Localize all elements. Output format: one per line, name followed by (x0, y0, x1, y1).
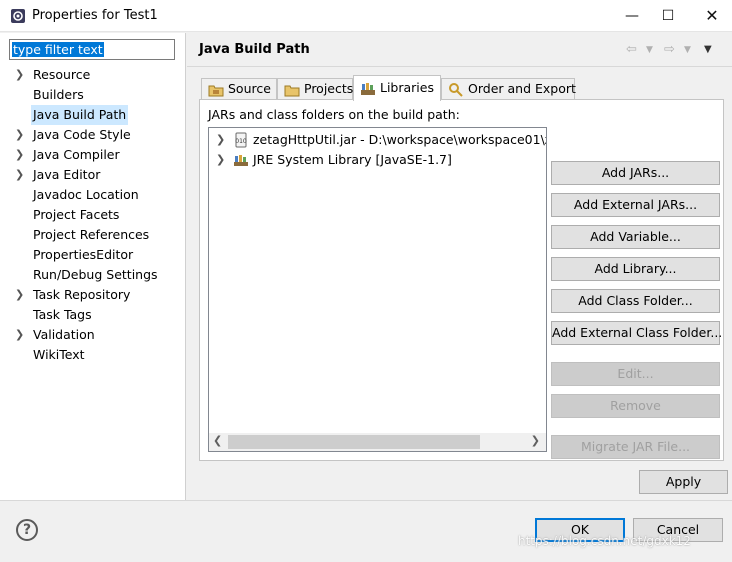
tree-item[interactable]: Javadoc Location (0, 185, 186, 205)
list-item[interactable]: ❯ 010 zetagHttpUtil.jar - D:\workspace\w… (209, 130, 546, 150)
tree-item-label: Resource (33, 67, 91, 82)
tree-item[interactable]: Java Build Path (0, 105, 186, 125)
edit-button[interactable]: Edit... (551, 362, 720, 386)
scroll-left-icon[interactable]: ❮ (213, 434, 222, 447)
tree-item-label: Task Tags (33, 307, 92, 322)
header-separator (187, 66, 732, 67)
back-dropdown-icon[interactable]: ▼ (646, 45, 653, 55)
tab-order-and-export[interactable]: Order and Export (441, 78, 576, 100)
jar-file-icon: 010 (235, 132, 247, 148)
tree-item-label: WikiText (33, 347, 85, 362)
tree-item-label: Validation (33, 327, 95, 342)
property-page: Java Build Path ⇦ ▼ ⇨ ▼ ▼ Source Project… (187, 33, 732, 500)
expand-arrow-icon[interactable]: ❯ (15, 125, 25, 145)
tree-item[interactable]: ❯ Java Code Style (0, 125, 186, 145)
add-variable-button[interactable]: Add Variable... (551, 225, 720, 249)
tab-libraries-label: Libraries (380, 80, 434, 95)
expand-arrow-icon[interactable]: ❯ (15, 145, 25, 165)
property-page-navigator: type filter text ❯ Resource Builders Java B… (0, 33, 186, 500)
tree-item-label: Java Compiler (33, 147, 120, 162)
view-menu-icon[interactable]: ▼ (704, 44, 712, 55)
tree-item[interactable]: ❯ Validation (0, 325, 186, 345)
tree-item[interactable]: Project Facets (0, 205, 186, 225)
expand-arrow-icon[interactable]: ❯ (15, 325, 25, 345)
expand-arrow-icon[interactable]: ❯ (216, 130, 225, 150)
build-path-entries-list[interactable]: ❯ 010 zetagHttpUtil.jar - D:\workspace\w… (208, 127, 547, 452)
remove-button[interactable]: Remove (551, 394, 720, 418)
expand-arrow-icon[interactable]: ❯ (216, 150, 225, 170)
tab-source-label: Source (228, 81, 271, 96)
filter-input[interactable]: type filter text (9, 39, 175, 60)
tree-item-label: Java Code Style (33, 127, 131, 142)
title-bar: Properties for Test1 — ☐ ✕ (0, 0, 732, 32)
libraries-icon (361, 83, 375, 95)
tree-item[interactable]: Task Tags (0, 305, 186, 325)
tree-item[interactable]: ❯ Resource (0, 65, 186, 85)
close-icon[interactable]: ✕ (692, 0, 732, 32)
footer-separator (0, 500, 732, 501)
add-jars-button[interactable]: Add JARs... (551, 161, 720, 185)
forward-arrow-icon[interactable]: ⇨ (664, 42, 675, 57)
tab-order-and-export-label: Order and Export (468, 81, 576, 96)
tree-item-label: PropertiesEditor (33, 247, 134, 262)
jre-library-icon (234, 155, 248, 166)
add-external-class-folder-button[interactable]: Add External Class Folder... (551, 321, 722, 345)
tree-item[interactable]: Project References (0, 225, 186, 245)
help-icon[interactable]: ? (16, 519, 38, 541)
filter-input-text: type filter text (12, 42, 104, 57)
window-title: Properties for Test1 (32, 8, 158, 23)
page-title: Java Build Path (199, 42, 310, 57)
tree-item-label: Task Repository (33, 287, 131, 302)
tree-item-label: Builders (33, 87, 84, 102)
tree-item[interactable]: Run/Debug Settings (0, 265, 186, 285)
back-arrow-icon[interactable]: ⇦ (626, 42, 637, 57)
properties-app-icon (11, 9, 25, 23)
tree-item[interactable]: ❯ Java Compiler (0, 145, 186, 165)
libraries-panel: JARs and class folders on the build path… (199, 99, 724, 461)
add-library-button[interactable]: Add Library... (551, 257, 720, 281)
list-item[interactable]: ❯ JRE System Library [JavaSE-1.7] (209, 150, 546, 170)
tree-item-label: Project Facets (33, 207, 120, 222)
tab-projects[interactable]: Projects (277, 78, 353, 100)
tab-source[interactable]: Source (201, 78, 277, 100)
scrollbar-thumb[interactable] (228, 435, 480, 449)
expand-arrow-icon[interactable]: ❯ (15, 165, 25, 185)
projects-folder-icon (284, 85, 300, 97)
jar-entry-text: JRE System Library [JavaSE-1.7] (253, 152, 452, 167)
horizontal-scrollbar[interactable]: ❮ ❯ (209, 433, 546, 451)
tree-item-label: Java Build Path (31, 105, 129, 125)
tree-item-label: Javadoc Location (33, 187, 139, 202)
forward-dropdown-icon[interactable]: ▼ (684, 45, 691, 55)
page-nav-toolbar: ⇦ ▼ ⇨ ▼ ▼ (622, 42, 722, 58)
jar-entry-text: zetagHttpUtil.jar - D:\workspace\workspa… (253, 132, 547, 147)
expand-arrow-icon[interactable]: ❯ (15, 285, 25, 305)
tree-item-label: Run/Debug Settings (33, 267, 158, 282)
add-external-jars-button[interactable]: Add External JARs... (551, 193, 720, 217)
source-folder-icon (208, 85, 224, 97)
tree-item-label: Project References (33, 227, 150, 242)
add-class-folder-button[interactable]: Add Class Folder... (551, 289, 720, 313)
tree-item-label: Java Editor (33, 167, 101, 182)
tree-item[interactable]: ❯ Java Editor (0, 165, 186, 185)
tab-libraries[interactable]: Libraries (353, 75, 441, 101)
watermark-text: https://blog.csdn.net/gdxk12 (518, 534, 691, 548)
svg-text:010: 010 (235, 138, 247, 145)
tree-item[interactable]: Builders (0, 85, 186, 105)
build-path-label: JARs and class folders on the build path… (208, 107, 460, 122)
apply-button[interactable]: Apply (639, 470, 728, 494)
expand-arrow-icon[interactable]: ❯ (15, 65, 25, 85)
tree-item[interactable]: ❯ Task Repository (0, 285, 186, 305)
scroll-right-icon[interactable]: ❯ (531, 434, 540, 447)
minimize-icon[interactable]: — (612, 0, 652, 32)
tree-item[interactable]: WikiText (0, 345, 186, 365)
maximize-icon[interactable]: ☐ (648, 0, 688, 32)
tab-projects-label: Projects (304, 81, 354, 96)
migrate-jar-button[interactable]: Migrate JAR File... (551, 435, 720, 459)
tree-item[interactable]: PropertiesEditor (0, 245, 186, 265)
order-export-icon (449, 83, 463, 97)
